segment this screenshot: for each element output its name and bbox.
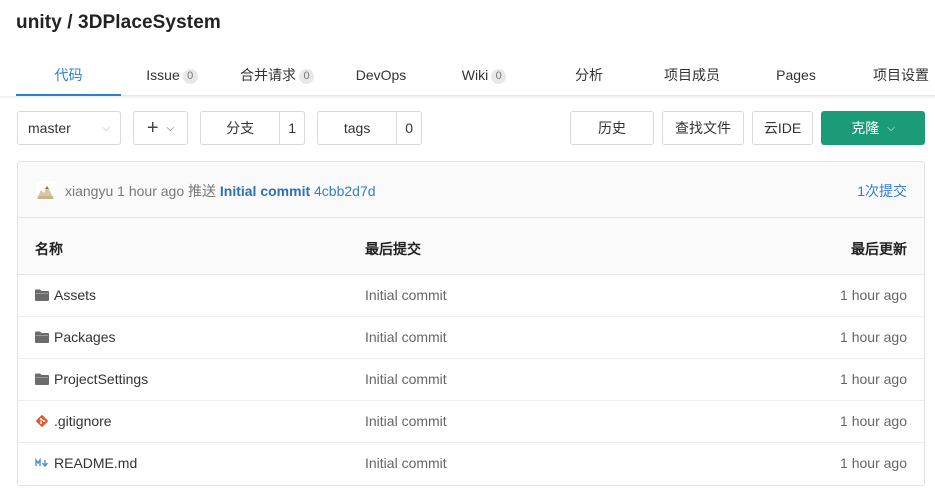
history-button[interactable]: 历史 xyxy=(570,111,654,145)
avatar[interactable] xyxy=(36,181,55,200)
chevron-down-icon: ⌵ xyxy=(887,122,895,134)
count-badge: 0 xyxy=(299,69,314,84)
file-name[interactable]: Packages xyxy=(54,329,115,345)
header-last-updated: 最后更新 xyxy=(851,241,907,257)
chevron-down-icon: ⌵ xyxy=(166,122,175,134)
chevron-down-icon: ⌵ xyxy=(102,122,110,134)
table-row[interactable]: ProjectSettings Initial commit 1 hour ag… xyxy=(18,359,924,401)
tabs-shadow xyxy=(0,96,935,100)
table-row[interactable]: Packages Initial commit 1 hour ago xyxy=(18,317,924,359)
branch-select-value: master xyxy=(28,120,71,136)
file-name[interactable]: .gitignore xyxy=(54,413,112,429)
file-updated-time: 1 hour ago xyxy=(840,455,907,471)
table-row[interactable]: README.md Initial commit 1 hour ago xyxy=(18,443,924,485)
tab-analytics[interactable]: 分析 xyxy=(571,56,607,96)
tab-label: Pages xyxy=(776,67,816,83)
tags-button[interactable]: tags xyxy=(318,112,398,144)
cloud-ide-button[interactable]: 云IDE xyxy=(752,111,813,145)
table-row[interactable]: .gitignore Initial commit 1 hour ago xyxy=(18,401,924,443)
markdown-file-icon xyxy=(35,458,49,468)
file-name-cell: Assets xyxy=(35,287,96,303)
commit-hash[interactable]: 4cbb2d7d xyxy=(314,183,376,199)
header-name: 名称 xyxy=(35,241,63,257)
file-commit-message[interactable]: Initial commit xyxy=(365,455,447,471)
tags-count: 0 xyxy=(405,120,414,136)
plus-icon: + xyxy=(146,117,159,139)
commit-action: 推送 xyxy=(188,183,216,199)
header-last-commit: 最后提交 xyxy=(365,241,421,257)
file-name-cell: README.md xyxy=(35,455,137,471)
file-commit-message[interactable]: Initial commit xyxy=(365,329,447,345)
git-file-icon xyxy=(36,415,48,427)
branches-group: 分支 1 xyxy=(200,111,305,145)
tab-issue[interactable]: Issue 0 xyxy=(146,56,198,96)
file-updated-time: 1 hour ago xyxy=(840,329,907,345)
file-updated-time: 1 hour ago xyxy=(840,371,907,387)
commit-time: 1 hour ago xyxy=(117,183,185,199)
folder-icon xyxy=(35,289,49,301)
clone-button-label: 克隆 xyxy=(851,120,880,136)
file-name-cell: ProjectSettings xyxy=(35,371,148,387)
commit-author[interactable]: xiangyu xyxy=(65,183,113,199)
branches-button[interactable]: 分支 xyxy=(201,112,281,144)
file-name[interactable]: Assets xyxy=(54,287,96,303)
last-commit-bar: xiangyu 1 hour ago 推送 Initial commit 4cb… xyxy=(18,162,924,218)
tab-members[interactable]: 项目成员 xyxy=(662,56,722,96)
file-updated-time: 1 hour ago xyxy=(840,287,907,303)
folder-icon xyxy=(35,373,49,385)
count-badge: 0 xyxy=(491,69,507,84)
file-commit-message[interactable]: Initial commit xyxy=(365,287,447,303)
count-badge: 0 xyxy=(182,69,198,84)
tab-devops[interactable]: DevOps xyxy=(354,56,408,96)
find-file-button[interactable]: 查找文件 xyxy=(662,111,744,145)
tab-label: 项目成员 xyxy=(664,67,720,83)
tab-label: 分析 xyxy=(575,67,603,83)
commit-count-link[interactable]: 1次提交 xyxy=(857,181,907,201)
add-dropdown-button[interactable]: + ⌵ xyxy=(133,111,188,145)
tab-label: Issue xyxy=(146,67,180,83)
folder-icon xyxy=(35,331,49,343)
file-commit-message[interactable]: Initial commit xyxy=(365,413,447,429)
table-row[interactable]: Assets Initial commit 1 hour ago xyxy=(18,275,924,317)
tab-label: 合并请求 xyxy=(240,67,296,83)
tab-label: DevOps xyxy=(355,67,407,83)
file-commit-message[interactable]: Initial commit xyxy=(365,371,447,387)
tab-pages[interactable]: Pages xyxy=(774,56,818,96)
tab-label: 代码 xyxy=(54,67,83,83)
branch-select[interactable]: master ⌵ xyxy=(17,111,121,145)
tab-code[interactable]: 代码 xyxy=(16,56,121,96)
table-header: 名称 最后提交 最后更新 xyxy=(18,218,924,275)
branches-count: 1 xyxy=(288,120,297,136)
tags-group: tags 0 xyxy=(317,111,422,145)
file-name[interactable]: ProjectSettings xyxy=(54,371,148,387)
tab-label: Wiki xyxy=(461,67,489,83)
file-name-cell: Packages xyxy=(35,329,115,345)
tab-merge-requests[interactable]: 合并请求 0 xyxy=(238,56,316,96)
last-commit-info: xiangyu 1 hour ago 推送 Initial commit 4cb… xyxy=(65,181,376,201)
tab-label: 项目设置 xyxy=(873,67,929,83)
repo-title[interactable]: unity / 3DPlaceSystem xyxy=(16,12,221,34)
file-updated-time: 1 hour ago xyxy=(840,413,907,429)
file-name[interactable]: README.md xyxy=(54,455,137,471)
file-name-cell: .gitignore xyxy=(35,413,112,429)
clone-button[interactable]: 克隆 ⌵ xyxy=(821,111,925,145)
repo-tabs: 代码 Issue 0 合并请求 0 DevOps Wiki 0 分析 项目成员 Pag… xyxy=(16,56,935,96)
tab-settings[interactable]: 项目设置 xyxy=(871,56,931,96)
file-browser: xiangyu 1 hour ago 推送 Initial commit 4cb… xyxy=(17,161,925,486)
commit-message[interactable]: Initial commit xyxy=(220,183,310,199)
tab-wiki[interactable]: Wiki 0 xyxy=(460,56,508,96)
